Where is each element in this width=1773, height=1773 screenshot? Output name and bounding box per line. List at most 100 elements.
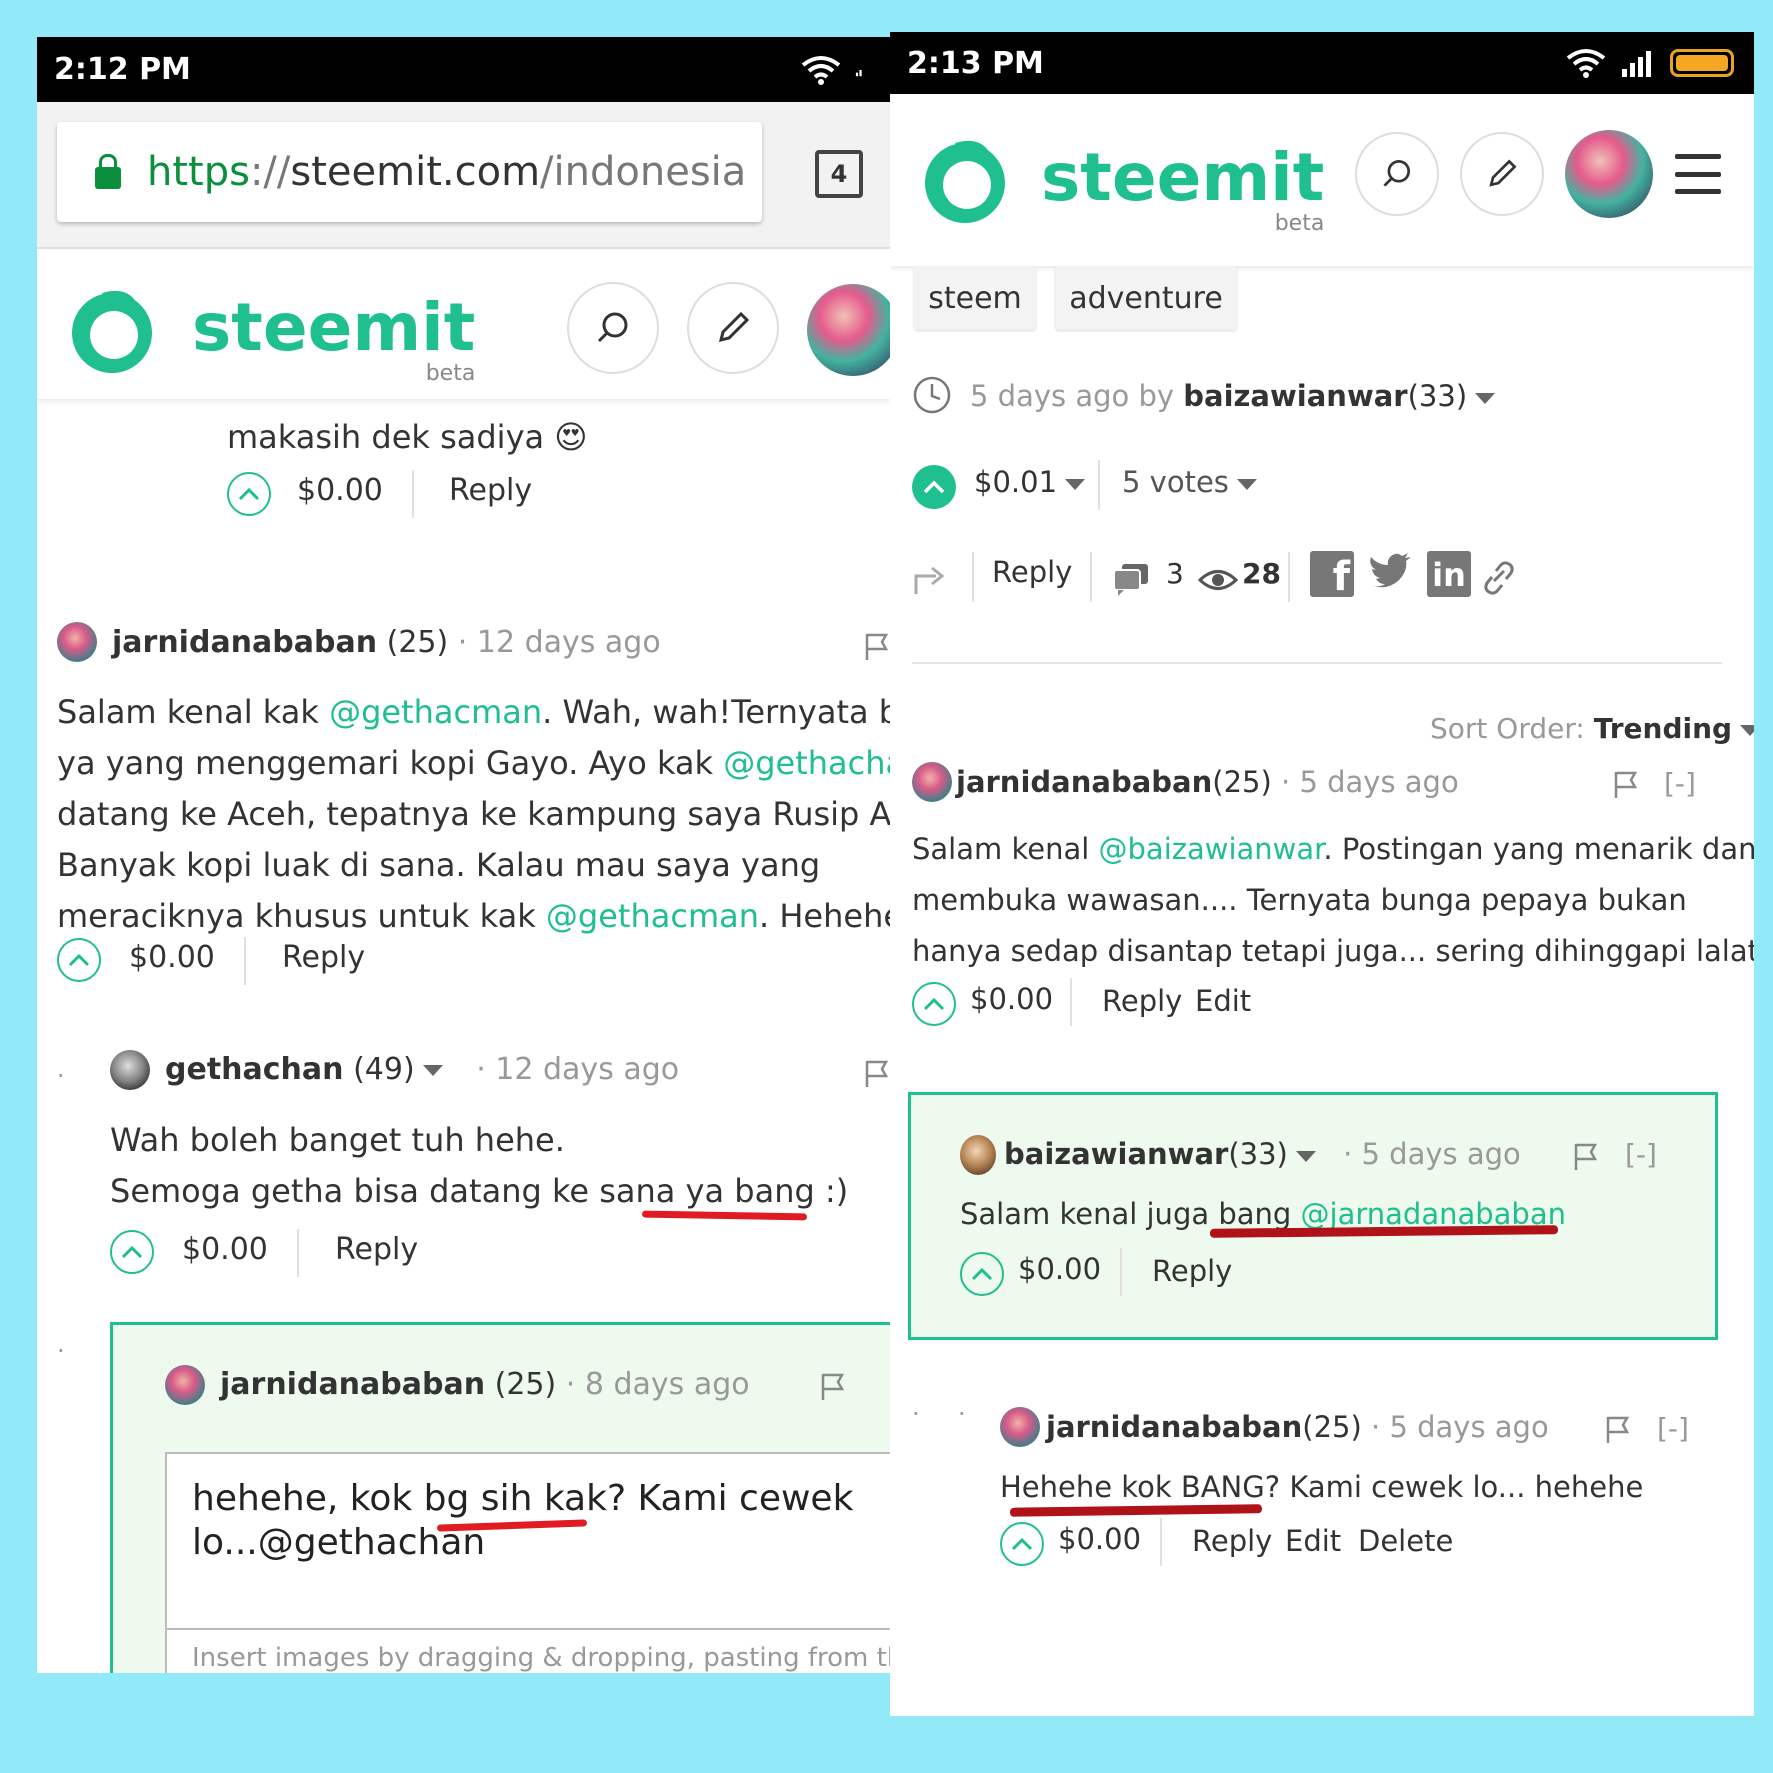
mention-link[interactable]: @gethachan xyxy=(723,744,891,782)
tag-steem[interactable]: steem xyxy=(914,266,1036,330)
avatar[interactable] xyxy=(110,1050,150,1090)
reply-link[interactable]: Reply xyxy=(282,940,365,975)
flag-icon[interactable] xyxy=(1605,1415,1631,1445)
chevron-up-icon xyxy=(1011,1537,1033,1551)
twitter-icon[interactable] xyxy=(1368,553,1412,593)
search-icon xyxy=(1383,160,1411,187)
comment-time[interactable]: 8 days ago xyxy=(585,1367,750,1402)
comment-time[interactable]: 5 days ago xyxy=(1389,1410,1548,1444)
reply-link[interactable]: Reply xyxy=(335,1232,418,1267)
post-payout[interactable]: $0.01 xyxy=(974,465,1086,499)
upvote-button[interactable] xyxy=(960,1252,1004,1296)
image-drop-hint: Insert images by dragging & dropping, pa… xyxy=(192,1643,891,1673)
facebook-icon[interactable]: f xyxy=(1310,551,1354,600)
post-author[interactable]: baizawianwar xyxy=(1183,379,1407,413)
reply-link[interactable]: Reply xyxy=(1102,984,1182,1018)
collapse-toggle[interactable]: [-] xyxy=(1664,767,1696,800)
flag-icon[interactable] xyxy=(1613,770,1639,800)
site-header: steemit beta xyxy=(890,94,1754,266)
mention-link[interactable]: @gethacman xyxy=(546,897,759,935)
reply-link[interactable]: Reply xyxy=(1192,1524,1272,1558)
comment-time[interactable]: 5 days ago xyxy=(1362,1137,1521,1171)
author-name[interactable]: jarnidanababan xyxy=(112,625,377,660)
payout-amount[interactable]: $0.00 xyxy=(129,940,215,975)
comment-time[interactable]: 5 days ago xyxy=(1299,765,1458,799)
avatar[interactable] xyxy=(912,762,952,802)
steemit-logo[interactable]: steemit beta xyxy=(62,279,476,386)
upvote-button[interactable] xyxy=(110,1230,154,1274)
author-name[interactable]: jarnidanababan xyxy=(956,765,1212,799)
tag-adventure[interactable]: adventure xyxy=(1055,266,1237,330)
edit-link[interactable]: Edit xyxy=(1195,984,1251,1018)
chevron-up-icon xyxy=(923,480,945,494)
reply-link[interactable]: Reply xyxy=(449,473,532,508)
upvote-button[interactable] xyxy=(227,472,271,516)
heart-eyes-emoji: 😍 xyxy=(554,418,588,456)
left-screenshot: 2:12 PM https://steemit.com/indonesia 4 … xyxy=(37,37,891,1673)
menu-icon[interactable] xyxy=(1675,154,1721,194)
author-name[interactable]: gethachan xyxy=(165,1052,344,1087)
comment-author-line: jarnidanababan (25) · 8 days ago xyxy=(220,1367,750,1402)
avatar[interactable] xyxy=(960,1135,996,1175)
dropdown-caret-icon[interactable] xyxy=(422,1065,443,1076)
flag-icon[interactable] xyxy=(1573,1142,1599,1172)
author-name[interactable]: baizawianwar xyxy=(1004,1137,1228,1171)
linkedin-icon[interactable]: in xyxy=(1427,551,1471,597)
user-avatar[interactable] xyxy=(807,284,891,376)
comment-time[interactable]: 12 days ago xyxy=(495,1052,679,1087)
author-name[interactable]: jarnidanababan xyxy=(1046,1410,1302,1444)
author-name[interactable]: jarnidanababan xyxy=(220,1367,485,1402)
dropdown-caret-icon xyxy=(1065,478,1086,490)
search-button[interactable] xyxy=(1355,132,1439,216)
user-avatar[interactable] xyxy=(1565,130,1653,218)
edit-link[interactable]: Edit xyxy=(1285,1524,1341,1558)
payout-amount[interactable]: $0.00 xyxy=(1018,1252,1101,1286)
wifi-icon xyxy=(801,55,841,85)
comment-body: Salam kenal @baizawianwar. Postingan yan… xyxy=(912,832,1754,968)
payout-amount[interactable]: $0.00 xyxy=(182,1232,268,1267)
chevron-up-icon xyxy=(971,1267,993,1281)
flag-icon[interactable] xyxy=(820,1372,846,1402)
steemit-logo[interactable]: steemit beta xyxy=(915,129,1324,236)
mention-link[interactable]: @baizawianwar xyxy=(1099,832,1324,866)
clock-icon xyxy=(913,376,951,414)
upvote-button[interactable] xyxy=(912,465,956,509)
mention-link[interactable]: @gethacman xyxy=(329,693,542,731)
signal-icon xyxy=(1622,51,1651,77)
url-text[interactable]: https://steemit.com/indonesia xyxy=(147,149,746,195)
search-button[interactable] xyxy=(567,282,659,374)
dropdown-caret-icon[interactable] xyxy=(1475,392,1496,404)
payout-amount[interactable]: $0.00 xyxy=(297,473,383,508)
upvote-button[interactable] xyxy=(1000,1522,1044,1566)
payout-amount[interactable]: $0.00 xyxy=(1058,1522,1141,1556)
flag-icon[interactable] xyxy=(864,632,890,662)
share-icon[interactable] xyxy=(912,560,952,596)
delete-link[interactable]: Delete xyxy=(1358,1524,1453,1558)
votes-count[interactable]: 5 votes xyxy=(1122,465,1257,499)
tab-count-button[interactable]: 4 xyxy=(815,150,863,198)
dropdown-caret-icon xyxy=(1236,478,1257,490)
collapse-toggle[interactable]: [-] xyxy=(1625,1138,1657,1171)
reply-link[interactable]: Reply xyxy=(1152,1254,1232,1288)
flag-icon[interactable] xyxy=(864,1059,890,1089)
comments-icon[interactable] xyxy=(1112,562,1150,596)
pencil-icon xyxy=(718,311,750,343)
write-post-button[interactable] xyxy=(1460,132,1544,216)
sort-order[interactable]: Sort Order: Trending xyxy=(1430,712,1754,745)
payout-amount[interactable]: $0.00 xyxy=(970,982,1053,1016)
address-bar[interactable]: https://steemit.com/indonesia xyxy=(57,122,762,222)
avatar[interactable] xyxy=(1000,1407,1040,1447)
avatar[interactable] xyxy=(165,1365,205,1405)
comment-time[interactable]: 12 days ago xyxy=(477,625,661,660)
comment-body: Wah boleh banget tuh hehe. Semoga getha … xyxy=(110,1121,849,1210)
logo-wordmark: steemit xyxy=(192,289,476,366)
link-icon[interactable] xyxy=(1482,559,1516,597)
collapse-toggle[interactable]: [-] xyxy=(1657,1412,1689,1445)
post-reply-link[interactable]: Reply xyxy=(992,555,1072,589)
avatar[interactable] xyxy=(57,622,97,662)
write-post-button[interactable] xyxy=(687,282,779,374)
red-underline-annotation xyxy=(1009,1504,1263,1517)
upvote-button[interactable] xyxy=(912,982,956,1026)
upvote-button[interactable] xyxy=(57,938,101,982)
dropdown-caret-icon[interactable] xyxy=(1295,1150,1316,1162)
